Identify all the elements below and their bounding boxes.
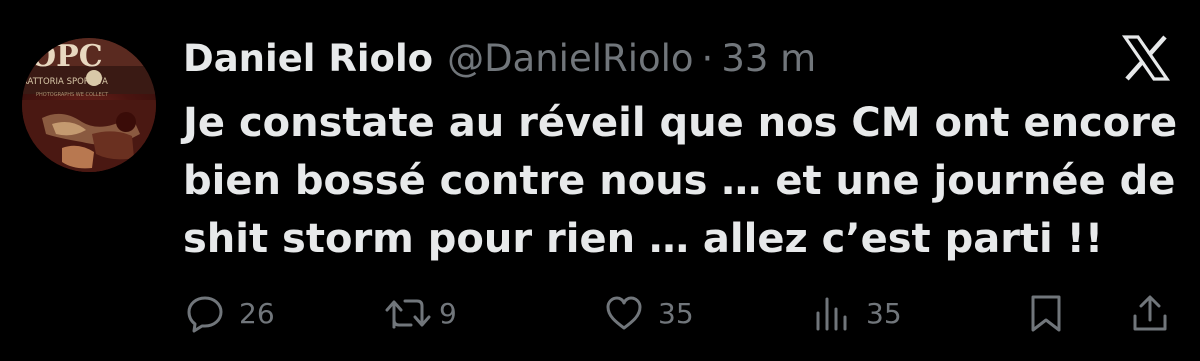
retweet-icon [383,293,433,333]
tweet-text-line: bien bossé contre nous … et une journée … [183,158,1176,204]
retweet-count: 9 [439,296,457,330]
tweet-text: Je constate au réveil que nos CM ont enc… [183,94,1178,268]
views-icon [812,293,852,333]
reply-count: 26 [239,296,275,330]
avatar-image: OPC RATTORIA SPORTIVA PHOTOGRAPHS WE COL… [22,38,156,172]
retweet-button[interactable]: 9 [383,290,457,336]
tweet-text-line: Je constate au réveil que nos CM ont enc… [183,100,1178,146]
timestamp[interactable]: 33 m [721,34,816,84]
x-logo-icon [1120,32,1172,84]
header-separator: · [701,37,714,80]
heart-icon [604,293,644,333]
views-button[interactable]: 35 [812,290,902,336]
tweet-header: Daniel Riolo @DanielRiolo · 33 m [183,34,816,84]
views-count: 35 [866,296,902,330]
share-button[interactable] [1130,290,1170,336]
reply-button[interactable]: 26 [185,290,275,336]
tweet-card[interactable]: OPC RATTORIA SPORTIVA PHOTOGRAPHS WE COL… [0,0,1200,361]
tweet-text-line: shit storm pour rien … allez c’est parti… [183,216,1104,262]
avatar[interactable]: OPC RATTORIA SPORTIVA PHOTOGRAPHS WE COL… [22,38,156,172]
bookmark-icon [1026,293,1066,333]
share-icon [1130,293,1170,333]
bookmark-button[interactable] [1026,290,1066,336]
like-count: 35 [658,296,694,330]
avatar-logo-text: OPC [30,39,103,74]
avatar-small-text: PHOTOGRAPHS WE COLLECT [36,92,109,98]
display-name[interactable]: Daniel Riolo [183,34,433,84]
like-button[interactable]: 35 [604,290,694,336]
reply-icon [185,293,225,333]
avatar-sign-text: RATTORIA SPORTIVA [22,77,108,87]
user-handle[interactable]: @DanielRiolo [447,34,693,84]
action-bar: 26 9 35 35 [0,290,1200,336]
